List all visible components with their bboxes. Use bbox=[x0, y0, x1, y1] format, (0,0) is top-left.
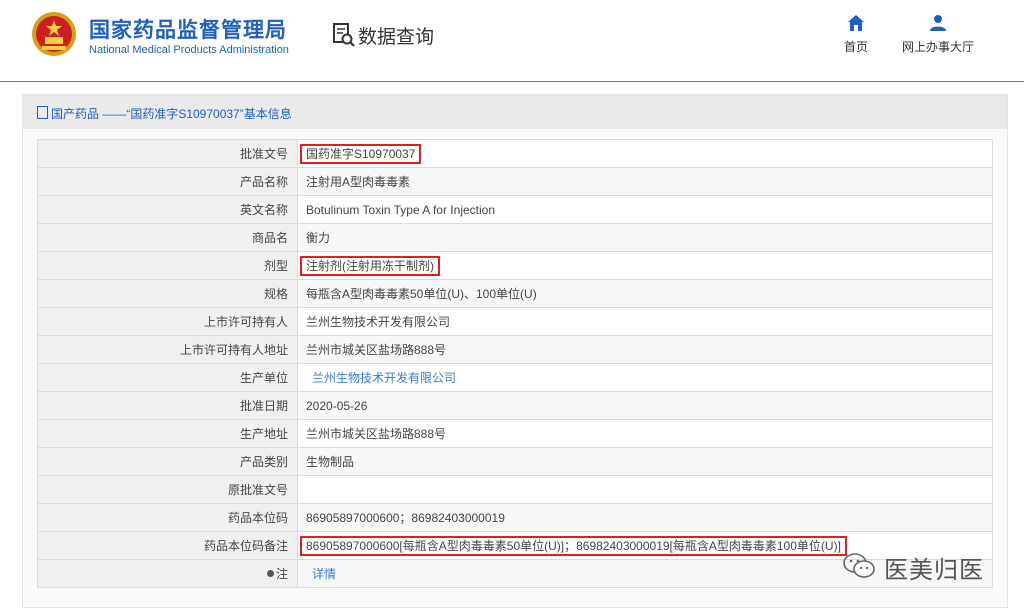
watermark: 医美归医 bbox=[842, 548, 1002, 584]
table-row: 规格 每瓶含A型肉毒毒素50单位(U)、100单位(U) bbox=[37, 279, 993, 308]
table-row: 上市许可持有人地址 兰州市城关区盐场路888号 bbox=[37, 335, 993, 364]
row-label: 批准文号 bbox=[37, 139, 298, 168]
header-divider bbox=[0, 81, 1024, 82]
row-value: 注射剂(注射用冻干制剂) bbox=[297, 251, 993, 280]
row-value: 每瓶含A型肉毒毒素50单位(U)、100单位(U) bbox=[297, 279, 993, 308]
row-label: 上市许可持有人 bbox=[37, 307, 298, 336]
drug-info-table: 批准文号 国药准字S10970037 产品名称 注射用A型肉毒毒素 英文名称 B… bbox=[37, 139, 993, 588]
row-label: 英文名称 bbox=[37, 195, 298, 224]
highlighted-dosage-form: 注射剂(注射用冻干制剂) bbox=[300, 256, 440, 276]
row-label: 上市许可持有人地址 bbox=[37, 335, 298, 364]
nav-home[interactable]: 首页 bbox=[816, 14, 896, 55]
row-label: 生产地址 bbox=[37, 419, 298, 448]
row-label: 商品名 bbox=[37, 223, 298, 252]
row-label: 生产单位 bbox=[37, 363, 298, 392]
panel-title: 国产药品 ——“国药准字S10970037”基本信息 bbox=[37, 105, 292, 122]
document-icon bbox=[37, 106, 48, 119]
row-value: 兰州市城关区盐场路888号 bbox=[297, 335, 993, 364]
table-row: 原批准文号 bbox=[37, 475, 993, 504]
org-name-en[interactable]: National Medical Products Administration bbox=[89, 44, 289, 56]
wechat-icon bbox=[843, 553, 875, 578]
highlighted-approval-number: 国药准字S10970037 bbox=[300, 144, 422, 164]
row-value: 注射用A型肉毒毒素 bbox=[297, 167, 993, 196]
row-label: 药品本位码备注 bbox=[37, 531, 298, 560]
table-row: 产品类别 生物制品 bbox=[37, 447, 993, 476]
table-row: 剂型 注射剂(注射用冻干制剂) bbox=[37, 251, 993, 280]
row-label: 原批准文号 bbox=[37, 475, 298, 504]
manufacturer-link[interactable]: 兰州生物技术开发有限公司 bbox=[306, 371, 456, 385]
nav-home-label: 首页 bbox=[843, 40, 868, 54]
table-row: 产品名称 注射用A型肉毒毒素 bbox=[37, 167, 993, 196]
panel-header: 国产药品 ——“国药准字S10970037”基本信息 bbox=[23, 95, 1007, 129]
row-value: 国药准字S10970037 bbox=[297, 139, 993, 168]
row-label: 产品类别 bbox=[37, 447, 298, 476]
nav-online-hall-label: 网上办事大厅 bbox=[901, 40, 974, 54]
row-value: Botulinum Toxin Type A for Injection bbox=[297, 195, 993, 224]
row-value: 兰州市城关区盐场路888号 bbox=[297, 419, 993, 448]
table-row: 批准日期 2020-05-26 bbox=[37, 391, 993, 420]
site-header: 国家药品监督管理局 National Medical Products Admi… bbox=[0, 0, 1024, 82]
drug-info-panel: 国产药品 ——“国药准字S10970037”基本信息 批准文号 国药准字S109… bbox=[22, 94, 1008, 608]
org-name-cn[interactable]: 国家药品监督管理局 bbox=[89, 14, 287, 44]
row-label: 注 bbox=[37, 559, 298, 588]
table-row: 生产地址 兰州市城关区盐场路888号 bbox=[37, 419, 993, 448]
row-value: 衡力 bbox=[297, 223, 993, 252]
highlighted-code-remarks: 86905897000600[每瓶含A型肉毒毒素50单位(U)]；8698240… bbox=[300, 536, 847, 556]
user-icon bbox=[930, 15, 946, 31]
row-label: 剂型 bbox=[37, 251, 298, 280]
row-value bbox=[297, 475, 993, 504]
row-label: 产品名称 bbox=[37, 167, 298, 196]
row-value: 兰州生物技术开发有限公司 bbox=[297, 307, 993, 336]
table-row: 英文名称 Botulinum Toxin Type A for Injectio… bbox=[37, 195, 993, 224]
table-row: 商品名 衡力 bbox=[37, 223, 993, 252]
national-emblem-icon bbox=[32, 12, 76, 56]
section-title: 数据查询 bbox=[358, 27, 435, 48]
row-value: 86905897000600；86982403000019 bbox=[297, 503, 993, 532]
watermark-text: 医美归医 bbox=[884, 557, 984, 584]
row-value: 生物制品 bbox=[297, 447, 993, 476]
nav-online-hall[interactable]: 网上办事大厅 bbox=[898, 14, 978, 55]
table-row: 生产单位 兰州生物技术开发有限公司 bbox=[37, 363, 993, 392]
table-row: 批准文号 国药准字S10970037 bbox=[37, 139, 993, 168]
table-row: 上市许可持有人 兰州生物技术开发有限公司 bbox=[37, 307, 993, 336]
row-label: 规格 bbox=[37, 279, 298, 308]
row-value: 2020-05-26 bbox=[297, 391, 993, 420]
row-label: 批准日期 bbox=[37, 391, 298, 420]
row-label: 药品本位码 bbox=[37, 503, 298, 532]
panel-title-text: 国产药品 ——“国药准字S10970037”基本信息 bbox=[51, 107, 292, 121]
document-search-icon bbox=[333, 23, 355, 47]
table-row: 药品本位码 86905897000600；86982403000019 bbox=[37, 503, 993, 532]
home-icon bbox=[848, 15, 864, 31]
bulb-icon bbox=[266, 570, 274, 577]
row-value: 兰州生物技术开发有限公司 bbox=[297, 363, 993, 392]
note-label: 注 bbox=[275, 567, 288, 581]
details-link[interactable]: 详情 bbox=[306, 567, 336, 581]
